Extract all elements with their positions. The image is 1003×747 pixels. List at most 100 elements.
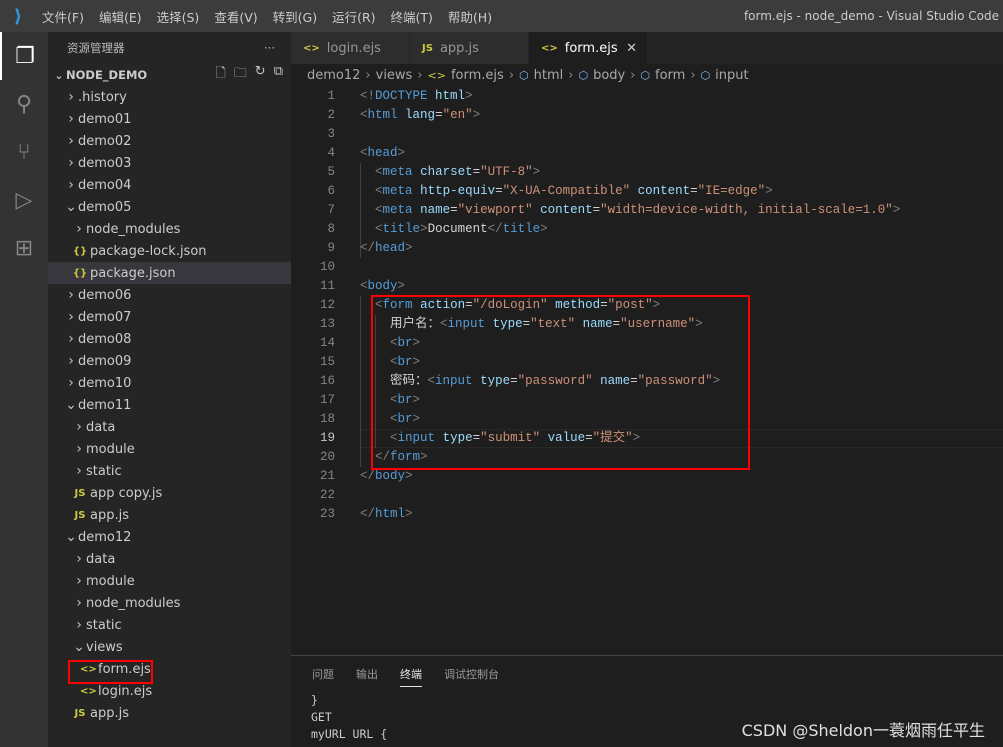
watermark: CSDN @Sheldon一蓑烟雨任平生	[741, 721, 985, 740]
tree-item[interactable]: › demo04	[48, 174, 291, 196]
extensions-icon[interactable]: ⊞	[0, 224, 48, 272]
code-token: >	[465, 89, 473, 103]
menu-bar: 文件(F) 编辑(E) 选择(S) 查看(V) 转到(G) 运行(R) 终端(T) 帮助(H)	[36, 7, 501, 26]
tree-item[interactable]: {} package-lock.json	[48, 240, 291, 262]
code-token: >	[420, 222, 428, 236]
breadcrumb-item[interactable]: body	[593, 68, 625, 83]
more-actions-button[interactable]: ···	[264, 41, 275, 55]
tree-item[interactable]: JS app.js	[48, 702, 291, 724]
tab-app-js[interactable]: JS app.js	[410, 32, 529, 64]
menu-item[interactable]: 选择(S)	[157, 10, 200, 25]
code-token: </	[360, 241, 376, 255]
tree-item-label: demo10	[78, 375, 132, 391]
menu-item[interactable]: 运行(R)	[332, 10, 375, 25]
chevron-right-icon: ›	[76, 221, 82, 237]
menu-item[interactable]: 帮助(H)	[448, 10, 492, 25]
collapse-all-icon[interactable]: ⧉	[274, 64, 283, 86]
tree-item[interactable]: ⌄ demo11	[48, 394, 291, 416]
tab-login-ejs[interactable]: <> login.ejs	[291, 32, 410, 64]
panel-tab[interactable]: 调试控制台	[444, 666, 499, 682]
code-token: body	[375, 469, 406, 483]
tree-item[interactable]: › data	[48, 416, 291, 438]
breadcrumb-item[interactable]: demo12	[307, 68, 360, 83]
new-file-icon[interactable]: 🗋	[215, 64, 225, 86]
tree-item[interactable]: › node_modules	[48, 592, 291, 614]
panel-tab[interactable]: 终端	[400, 666, 422, 687]
code-token: title	[382, 222, 421, 236]
code-token: >	[765, 184, 773, 198]
tree-item[interactable]: › demo03	[48, 152, 291, 174]
line-number: 19	[319, 431, 335, 445]
tree-item[interactable]: › static	[48, 460, 291, 482]
menu-item[interactable]: 终端(T)	[391, 10, 433, 25]
tree-item-label: module	[86, 573, 135, 589]
code-token: head	[375, 241, 406, 255]
tree-item[interactable]: › node_modules	[48, 218, 291, 240]
code-token: Document	[427, 222, 488, 236]
menu-item[interactable]: 文件(F)	[42, 10, 84, 25]
tree-item[interactable]: › module	[48, 438, 291, 460]
tree-item[interactable]: {} package.json	[48, 262, 291, 284]
menu-item[interactable]: 查看(V)	[214, 10, 257, 25]
tree-item-label: demo04	[78, 177, 132, 193]
code-line: <title>Document</title>	[360, 220, 548, 239]
code-token: >	[397, 279, 406, 293]
element-icon: ⬡	[578, 69, 589, 82]
line-number: 2	[327, 108, 335, 122]
line-number: 7	[327, 203, 335, 217]
element-icon: ⬡	[640, 69, 651, 82]
tree-item-label: data	[86, 551, 116, 567]
tree-item[interactable]: › demo01	[48, 108, 291, 130]
tab-form-ejs[interactable]: <> form.ejs ✕	[529, 32, 648, 64]
search-icon[interactable]: ⚲	[0, 80, 48, 128]
tree-item[interactable]: › demo07	[48, 306, 291, 328]
panel-tab[interactable]: 输出	[356, 666, 378, 682]
tree-item[interactable]: › demo10	[48, 372, 291, 394]
tree-item-label: demo03	[78, 155, 132, 171]
tree-item[interactable]: › static	[48, 614, 291, 636]
panel-tab[interactable]: 问题	[312, 666, 334, 682]
line-number: 12	[319, 298, 335, 312]
code-token: content	[637, 184, 691, 198]
line-number: 18	[319, 412, 335, 426]
chevron-right-icon: ›	[76, 419, 82, 435]
tree-item[interactable]: › .history	[48, 86, 291, 108]
new-folder-icon[interactable]: 🗀	[234, 64, 247, 86]
tree-item[interactable]: › module	[48, 570, 291, 592]
chevron-right-icon: ›	[76, 463, 82, 479]
files-icon[interactable]: ❐	[0, 32, 48, 80]
tree-item[interactable]: ⌄ views	[48, 636, 291, 658]
code-token: </	[360, 469, 376, 483]
refresh-icon[interactable]: ↻	[255, 64, 266, 86]
close-icon[interactable]: ✕	[626, 41, 637, 56]
project-header[interactable]: ⌄ NODE_DEMO 🗋 🗀 ↻ ⧉	[48, 64, 291, 86]
menu-item[interactable]: 转到(G)	[273, 10, 317, 25]
breadcrumb-item[interactable]: input	[715, 68, 748, 83]
tree-item[interactable]: ⌄ demo05	[48, 196, 291, 218]
menu-item[interactable]: 编辑(E)	[99, 10, 142, 25]
breadcrumb-item[interactable]: views	[376, 68, 413, 83]
tree-item[interactable]: › demo06	[48, 284, 291, 306]
tree-item[interactable]: JS app.js	[48, 504, 291, 526]
tree-item[interactable]: › demo02	[48, 130, 291, 152]
tree-item[interactable]: › data	[48, 548, 291, 570]
code-token: body	[367, 279, 398, 293]
chevron-right-icon: ›	[508, 68, 515, 83]
code-line: <head>	[360, 144, 405, 163]
tree-item-label: demo06	[78, 287, 132, 303]
tree-item[interactable]: JS app copy.js	[48, 482, 291, 504]
line-number: 9	[327, 241, 335, 255]
breadcrumb-item[interactable]: form	[655, 68, 685, 83]
chevron-right-icon: ›	[68, 375, 74, 391]
title-bar: ⟩ 文件(F) 编辑(E) 选择(S) 查看(V) 转到(G) 运行(R) 终端(T) 帮助(…	[0, 0, 1003, 32]
run-debug-icon[interactable]: ▷	[0, 176, 48, 224]
tree-item[interactable]: › demo08	[48, 328, 291, 350]
tree-item[interactable]: › demo09	[48, 350, 291, 372]
tree-item[interactable]: ⌄ demo12	[48, 526, 291, 548]
source-control-icon[interactable]: ⑂	[0, 128, 48, 176]
breadcrumb-item[interactable]: form.ejs	[451, 68, 504, 83]
tree-item-label: data	[86, 419, 116, 435]
breadcrumb-item[interactable]: html	[534, 68, 564, 83]
code-token: charset	[420, 165, 473, 179]
